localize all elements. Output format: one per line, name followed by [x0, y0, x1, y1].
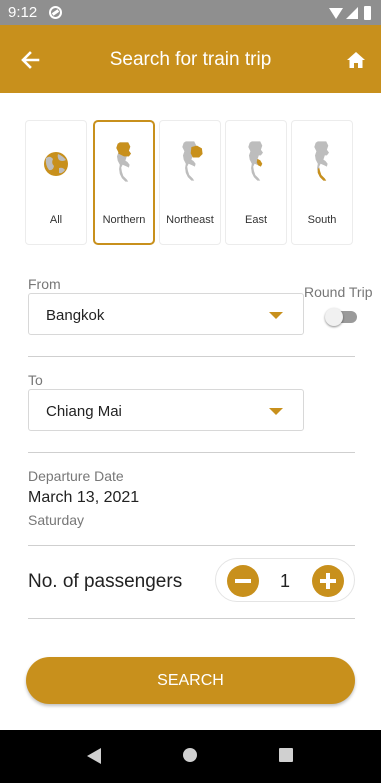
region-south-card[interactable]: South: [291, 120, 353, 245]
departure-date: March 13, 2021: [28, 489, 140, 506]
round-trip-label: Round Trip: [304, 284, 373, 300]
departure-day: Saturday: [28, 512, 85, 528]
region-northern-card[interactable]: Northern: [93, 120, 155, 245]
plus-icon: [320, 573, 336, 589]
round-trip-toggle[interactable]: [325, 308, 357, 326]
recents-nav-icon[interactable]: [278, 747, 294, 763]
thailand-map-icon: [314, 141, 329, 181]
status-icons: [329, 6, 371, 20]
region-east-card[interactable]: East: [225, 120, 287, 245]
back-nav-icon[interactable]: [86, 747, 102, 765]
status-time: 9:12: [8, 4, 38, 21]
passenger-count: 1: [279, 571, 290, 591]
to-select[interactable]: Chiang Mai: [28, 389, 304, 431]
departure-label: Departure Date: [28, 468, 124, 484]
divider: [28, 452, 355, 453]
page-title: Search for train trip: [109, 49, 272, 70]
toggle-thumb: [325, 308, 343, 326]
from-value: Bangkok: [46, 307, 105, 324]
thailand-map-icon: [248, 141, 263, 181]
to-label: To: [28, 372, 43, 388]
from-select[interactable]: Bangkok: [28, 293, 304, 335]
thailand-map-icon: [182, 141, 203, 181]
region-label: All: [49, 214, 63, 226]
status-bar: 9:12: [0, 0, 381, 25]
region-label: South: [307, 214, 337, 226]
region-label: East: [244, 214, 267, 226]
divider: [28, 545, 355, 546]
globe-icon: [44, 152, 68, 176]
region-label: Northeast: [166, 214, 214, 226]
decrease-passengers-button[interactable]: [227, 565, 259, 597]
search-button[interactable]: SEARCH: [26, 657, 355, 704]
region-northeast-card[interactable]: Northeast: [159, 120, 221, 245]
region-selector: All Northern Northeast East South: [25, 118, 356, 246]
region-label: Northern: [102, 214, 146, 226]
do-not-disturb-icon: [49, 6, 62, 19]
minus-icon: [235, 579, 251, 583]
battery-icon: [364, 6, 371, 20]
signal-icon: [346, 7, 358, 19]
chevron-down-icon: [269, 408, 283, 415]
thailand-map-icon: [116, 142, 131, 182]
passengers-label: No. of passengers: [28, 571, 183, 592]
divider: [28, 618, 355, 619]
wifi-icon: [329, 8, 343, 19]
passenger-stepper: 1: [215, 558, 355, 602]
divider: [28, 356, 355, 357]
app-bar: Search for train trip: [0, 25, 381, 93]
to-value: Chiang Mai: [46, 403, 122, 420]
system-nav-bar: [0, 730, 381, 783]
home-nav-icon[interactable]: [182, 747, 198, 763]
region-all-card[interactable]: All: [25, 120, 87, 245]
chevron-down-icon: [269, 312, 283, 319]
from-label: From: [28, 276, 61, 292]
home-icon[interactable]: [346, 50, 366, 70]
increase-passengers-button[interactable]: [312, 565, 344, 597]
